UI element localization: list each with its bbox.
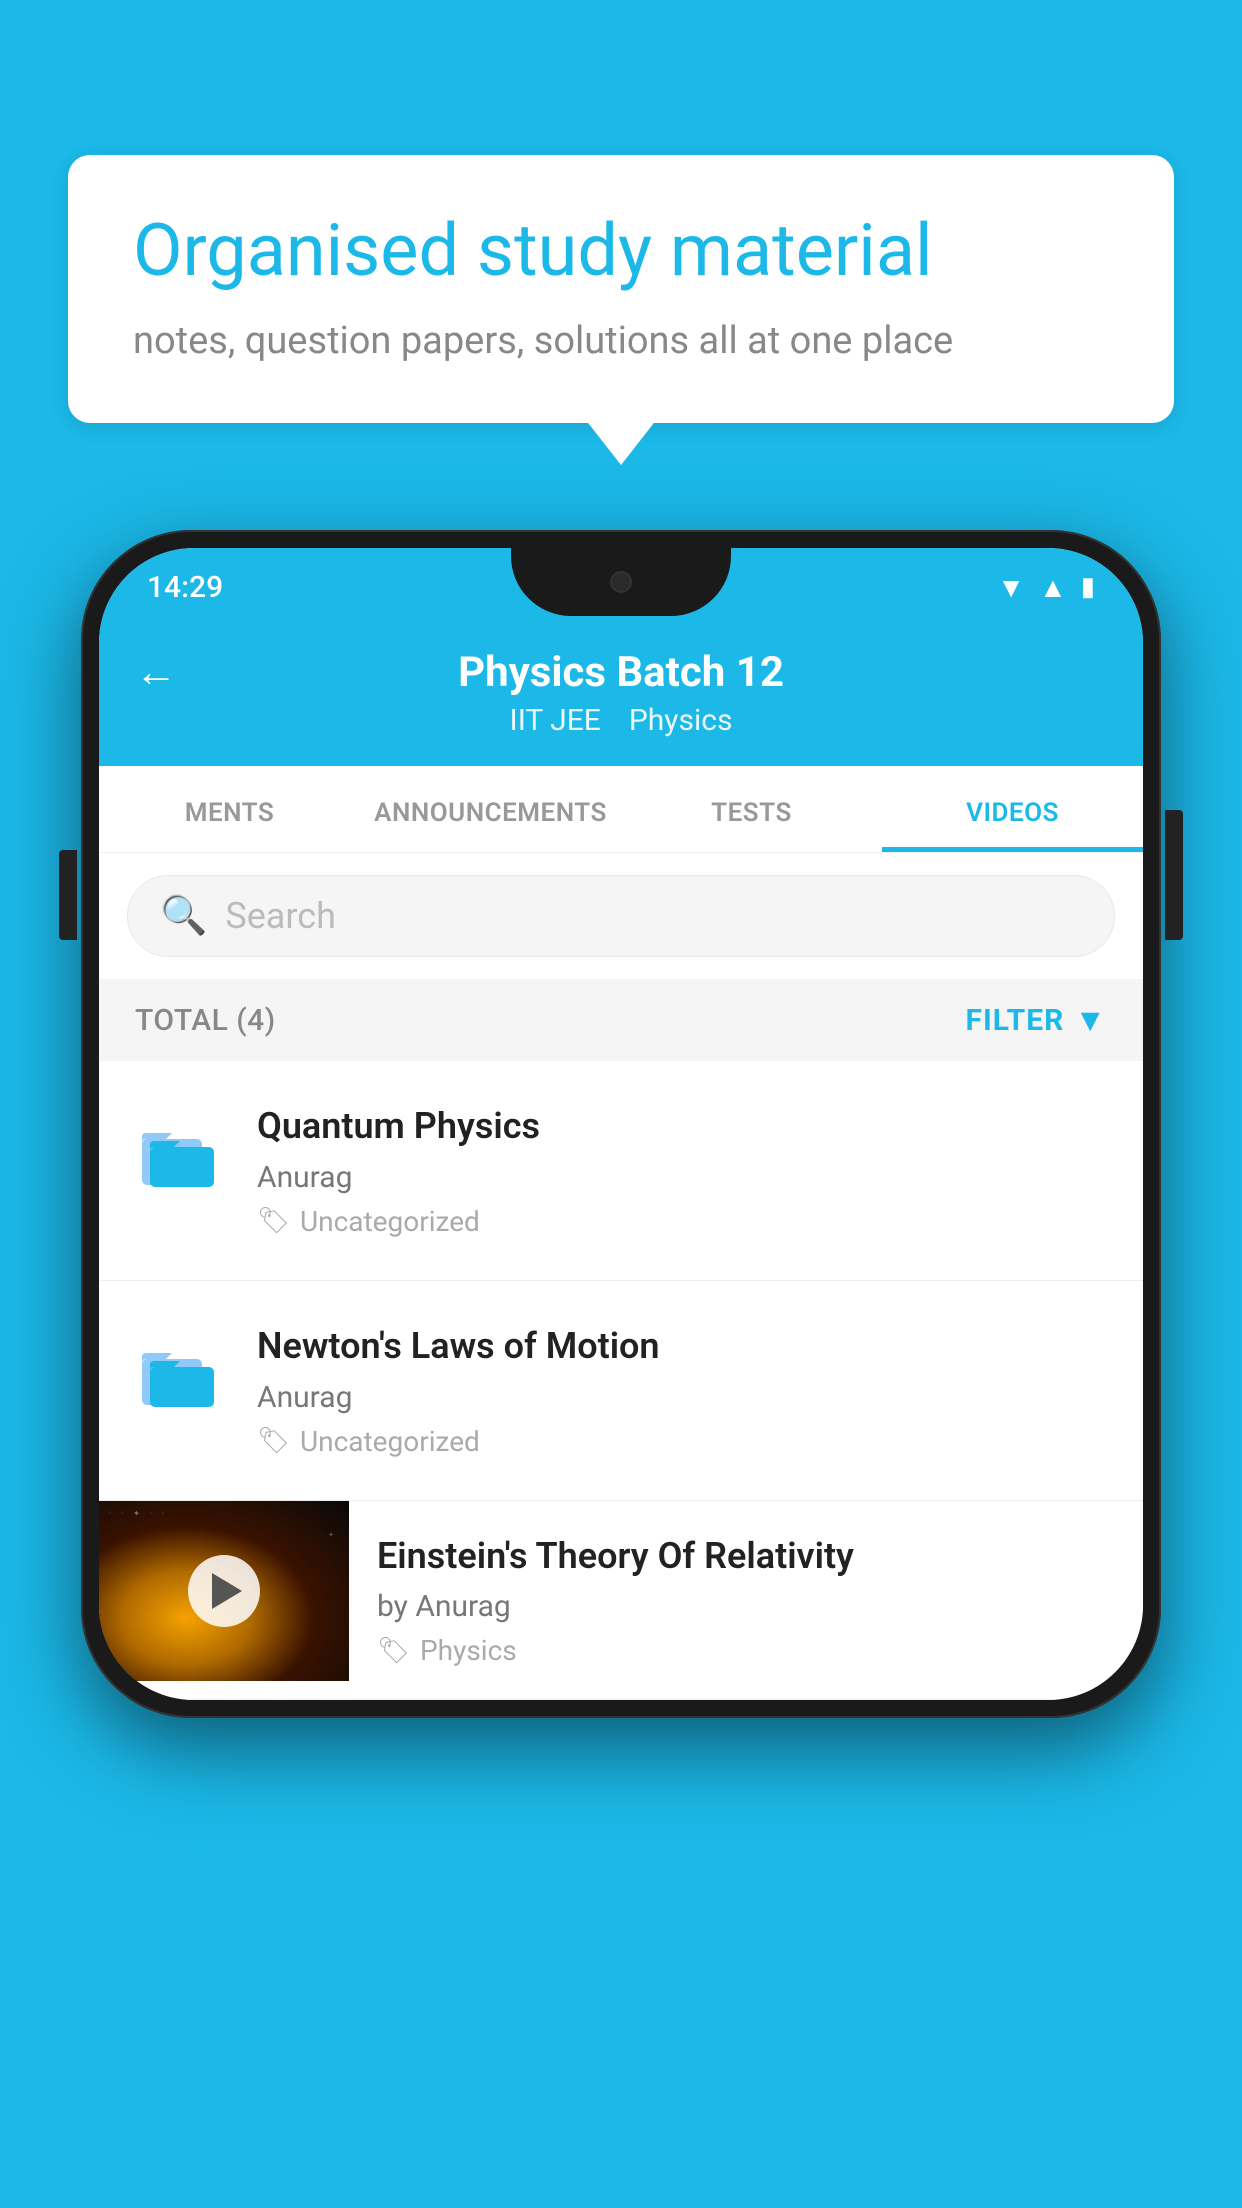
tag-icon: 🏷 — [377, 1636, 410, 1666]
item-tag: Uncategorized — [300, 1205, 480, 1238]
tab-ments[interactable]: MENTS — [99, 766, 360, 852]
search-input[interactable]: Search — [225, 895, 336, 937]
folder-icon — [135, 1331, 225, 1421]
item-author: Anurag — [257, 1160, 1107, 1195]
filter-bar: TOTAL (4) FILTER ▼ — [99, 979, 1143, 1061]
item-author: Anurag — [257, 1380, 1107, 1415]
play-icon — [212, 1573, 242, 1609]
item-title: Einstein's Theory Of Relativity — [377, 1533, 1115, 1580]
app-bar-tag-iit: IIT JEE — [510, 703, 601, 738]
tabs-container: MENTS ANNOUNCEMENTS TESTS VIDEOS — [99, 766, 1143, 853]
tag-icon: 🏷 — [257, 1206, 290, 1236]
search-bar[interactable]: 🔍 Search — [127, 875, 1115, 957]
phone-inner: 14:29 ▼ ▲ ▮ ← Physics Batch 12 IIT JEE P… — [99, 548, 1143, 1700]
list-item[interactable]: Quantum Physics Anurag 🏷 Uncategorized — [99, 1061, 1143, 1281]
item-info: Newton's Laws of Motion Anurag 🏷 Uncateg… — [257, 1323, 1107, 1458]
item-tag-row: 🏷 Physics — [377, 1634, 1115, 1667]
filter-button[interactable]: FILTER ▼ — [966, 1001, 1108, 1039]
item-title: Newton's Laws of Motion — [257, 1323, 1107, 1370]
list-item[interactable]: Newton's Laws of Motion Anurag 🏷 Uncateg… — [99, 1281, 1143, 1501]
search-container: 🔍 Search — [99, 853, 1143, 979]
status-icons: ▼ ▲ ▮ — [997, 571, 1095, 604]
phone-outer: 14:29 ▼ ▲ ▮ ← Physics Batch 12 IIT JEE P… — [81, 530, 1161, 1718]
item-tag-row: 🏷 Uncategorized — [257, 1425, 1107, 1458]
status-time: 14:29 — [147, 570, 223, 605]
item-title: Quantum Physics — [257, 1103, 1107, 1150]
filter-icon: ▼ — [1074, 1001, 1107, 1039]
wifi-icon: ▼ — [997, 571, 1025, 604]
item-tag: Physics — [420, 1634, 517, 1667]
signal-icon: ▲ — [1039, 571, 1067, 604]
bubble-title: Organised study material — [133, 210, 1109, 293]
battery-icon: ▮ — [1081, 572, 1095, 602]
item-info: Einstein's Theory Of Relativity by Anura… — [349, 1501, 1143, 1700]
item-info: Quantum Physics Anurag 🏷 Uncategorized — [257, 1103, 1107, 1238]
total-count: TOTAL (4) — [135, 1003, 276, 1038]
app-bar-tag-physics: Physics — [629, 703, 733, 738]
app-bar-row: ← Physics Batch 12 — [135, 648, 1107, 697]
tab-videos[interactable]: VIDEOS — [882, 766, 1143, 852]
folder-icon — [135, 1111, 225, 1201]
back-button[interactable]: ← — [135, 648, 177, 697]
camera — [610, 571, 632, 593]
bubble-subtitle: notes, question papers, solutions all at… — [133, 315, 1109, 368]
speech-bubble-container: Organised study material notes, question… — [68, 155, 1174, 423]
phone-mockup: 14:29 ▼ ▲ ▮ ← Physics Batch 12 IIT JEE P… — [81, 530, 1161, 1718]
video-list: Quantum Physics Anurag 🏷 Uncategorized — [99, 1061, 1143, 1700]
play-button[interactable] — [188, 1555, 260, 1627]
item-author: by Anurag — [377, 1589, 1115, 1624]
tab-announcements[interactable]: ANNOUNCEMENTS — [360, 766, 621, 852]
search-icon: 🔍 — [160, 894, 207, 938]
video-thumbnail: · · ✦ · · ✦ · — [99, 1501, 349, 1681]
item-tag-row: 🏷 Uncategorized — [257, 1205, 1107, 1238]
app-bar: ← Physics Batch 12 IIT JEE Physics — [99, 620, 1143, 766]
tag-icon: 🏷 — [257, 1426, 290, 1456]
list-item[interactable]: · · ✦ · · ✦ · Einstein's Theory Of Relat… — [99, 1501, 1143, 1701]
speech-bubble: Organised study material notes, question… — [68, 155, 1174, 423]
filter-label: FILTER — [966, 1003, 1065, 1038]
notch — [511, 548, 731, 616]
app-bar-subtitle: IIT JEE Physics — [510, 703, 733, 738]
status-bar: 14:29 ▼ ▲ ▮ — [99, 548, 1143, 620]
item-tag: Uncategorized — [300, 1425, 480, 1458]
app-bar-title: Physics Batch 12 — [458, 648, 784, 697]
tab-tests[interactable]: TESTS — [621, 766, 882, 852]
